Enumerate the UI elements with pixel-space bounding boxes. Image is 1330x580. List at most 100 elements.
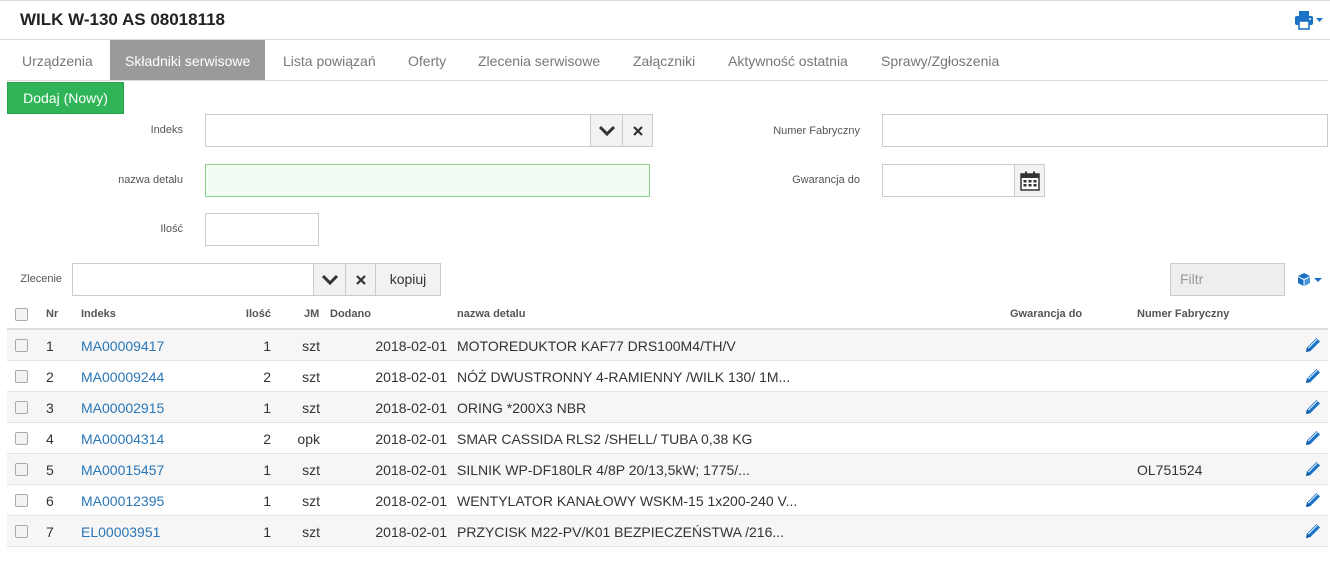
row-indeks-link[interactable]: MA00002915 [81,400,164,416]
zlecenie-clear-button[interactable] [345,263,376,296]
row-checkbox[interactable] [15,463,28,476]
close-icon [355,274,366,285]
row-nazwa-detalu: WENTYLATOR KANAŁOWY WSKM-15 1x200-240 V.… [457,493,798,509]
column-chooser-button[interactable] [1297,270,1325,290]
edit-button[interactable] [1304,491,1322,509]
edit-button[interactable] [1304,460,1322,478]
table-row[interactable]: 4 MA00004314 2 opk 2018-02-01 SMAR CASSI… [7,423,1328,454]
row-nazwa-detalu: MOTOREDUKTOR KAF77 DRS100M4/TH/V [457,338,736,354]
numer-fabryczny-label: Numer Fabryczny [773,125,860,137]
row-nr: 7 [46,524,54,540]
tab-zlecenia-serwisowe[interactable]: Zlecenia serwisowe [463,40,615,80]
row-nazwa-detalu: PRZYCISK M22-PV/K01 BEZPIECZEŃSTWA /216.… [457,524,785,540]
row-dodano: 2018-02-01 [375,338,447,354]
column-jm[interactable]: JM [304,308,319,320]
print-button[interactable] [1294,9,1324,31]
row-nr: 5 [46,462,54,478]
close-icon [632,125,643,136]
table-row[interactable]: 6 MA00012395 1 szt 2018-02-01 WENTYLATOR… [7,485,1328,516]
row-indeks-link[interactable]: MA00012395 [81,493,164,509]
row-checkbox[interactable] [15,525,28,538]
tab-sprawy-zgloszenia[interactable]: Sprawy/Zgłoszenia [866,40,1014,80]
row-nr: 4 [46,431,54,447]
table-row[interactable]: 1 MA00009417 1 szt 2018-02-01 MOTOREDUKT… [7,330,1328,361]
edit-button[interactable] [1304,522,1322,540]
pencil-icon [1306,462,1320,476]
indeks-clear-button[interactable] [622,114,653,147]
row-nazwa-detalu: NÓŻ DWUSTRONNY 4-RAMIENNY /WILK 130/ 1M.… [457,369,791,385]
calendar-icon [1019,171,1040,191]
select-all-checkbox[interactable] [15,308,28,321]
row-jm: opk [297,431,320,447]
row-checkbox[interactable] [15,432,28,445]
add-new-button[interactable]: Dodaj (Nowy) [7,82,124,114]
tab-zalaczniki[interactable]: Załączniki [618,40,710,80]
pencil-icon [1306,524,1320,538]
table-row[interactable]: 2 MA00009244 2 szt 2018-02-01 NÓŻ DWUSTR… [7,361,1328,392]
row-dodano: 2018-02-01 [375,524,447,540]
table-header: Nr Indeks Ilość JM Dodano nazwa detalu G… [7,298,1328,330]
row-jm: szt [302,400,320,416]
gwarancja-do-input[interactable] [882,164,1015,197]
row-numer-fabryczny: OL751524 [1137,462,1203,478]
table-row[interactable]: 3 MA00002915 1 szt 2018-02-01 ORING *200… [7,392,1328,423]
row-ilosc: 1 [263,462,271,478]
cube-icon [1298,273,1322,286]
tab-aktywnosc-ostatnia[interactable]: Aktywność ostatnia [713,40,863,80]
edit-button[interactable] [1304,398,1322,416]
kopiuj-button[interactable]: kopiuj [375,263,441,296]
column-gwarancja-do[interactable]: Gwarancja do [1010,308,1082,320]
row-nr: 3 [46,400,54,416]
table-row[interactable]: 7 EL00003951 1 szt 2018-02-01 PRZYCISK M… [7,516,1328,547]
column-numer-fabryczny[interactable]: Numer Fabryczny [1137,308,1229,320]
title-bar: WILK W-130 AS 08018118 [0,0,1330,40]
ilosc-input[interactable] [205,213,319,246]
row-checkbox[interactable] [15,494,28,507]
column-ilosc[interactable]: Ilość [227,308,271,320]
row-indeks-link[interactable]: MA00004314 [81,431,164,447]
edit-button[interactable] [1304,429,1322,447]
pencil-icon [1306,369,1320,383]
zlecenie-input[interactable] [72,263,315,296]
date-picker-button[interactable] [1014,164,1045,197]
tab-urzadzenia[interactable]: Urządzenia [7,40,108,80]
row-checkbox[interactable] [15,401,28,414]
tab-skladniki-serwisowe[interactable]: Składniki serwisowe [110,40,266,80]
row-jm: szt [302,462,320,478]
row-indeks-link[interactable]: MA00009244 [81,369,164,385]
row-checkbox[interactable] [15,370,28,383]
table-row[interactable]: 5 MA00015457 1 szt 2018-02-01 SILNIK WP-… [7,454,1328,485]
row-ilosc: 1 [263,338,271,354]
row-nazwa-detalu: SILNIK WP-DF180LR 4/8P 20/13,5kW; 1775/.… [457,462,750,478]
tab-lista-powiazan[interactable]: Lista powiązań [268,40,391,80]
column-nazwa-detalu[interactable]: nazwa detalu [457,308,525,320]
row-indeks-link[interactable]: MA00015457 [81,462,164,478]
column-nr[interactable]: Nr [46,308,58,320]
zlecenie-dropdown-button[interactable] [313,263,346,296]
pencil-icon [1306,431,1320,445]
row-checkbox[interactable] [15,339,28,352]
indeks-input[interactable] [205,114,591,147]
gwarancja-do-label: Gwarancja do [792,174,860,186]
numer-fabryczny-input[interactable] [882,114,1328,147]
row-jm: szt [302,369,320,385]
tab-bar: Urządzenia Składniki serwisowe Lista pow… [7,40,1328,81]
row-indeks-link[interactable]: MA00009417 [81,338,164,354]
row-jm: szt [302,524,320,540]
column-dodano[interactable]: Dodano [330,308,371,320]
column-indeks[interactable]: Indeks [81,308,116,320]
row-dodano: 2018-02-01 [375,431,447,447]
edit-button[interactable] [1304,367,1322,385]
row-nr: 1 [46,338,54,354]
row-ilosc: 2 [263,369,271,385]
page-title: WILK W-130 AS 08018118 [20,10,226,29]
filter-input[interactable]: Filtr [1170,263,1285,296]
tab-oferty[interactable]: Oferty [393,40,461,80]
row-indeks-link[interactable]: EL00003951 [81,524,160,540]
row-dodano: 2018-02-01 [375,493,447,509]
indeks-dropdown-button[interactable] [590,114,623,147]
chevron-down-icon [321,274,338,285]
nazwa-detalu-label: nazwa detalu [118,174,183,186]
nazwa-detalu-input[interactable] [205,164,650,197]
edit-button[interactable] [1304,336,1322,354]
